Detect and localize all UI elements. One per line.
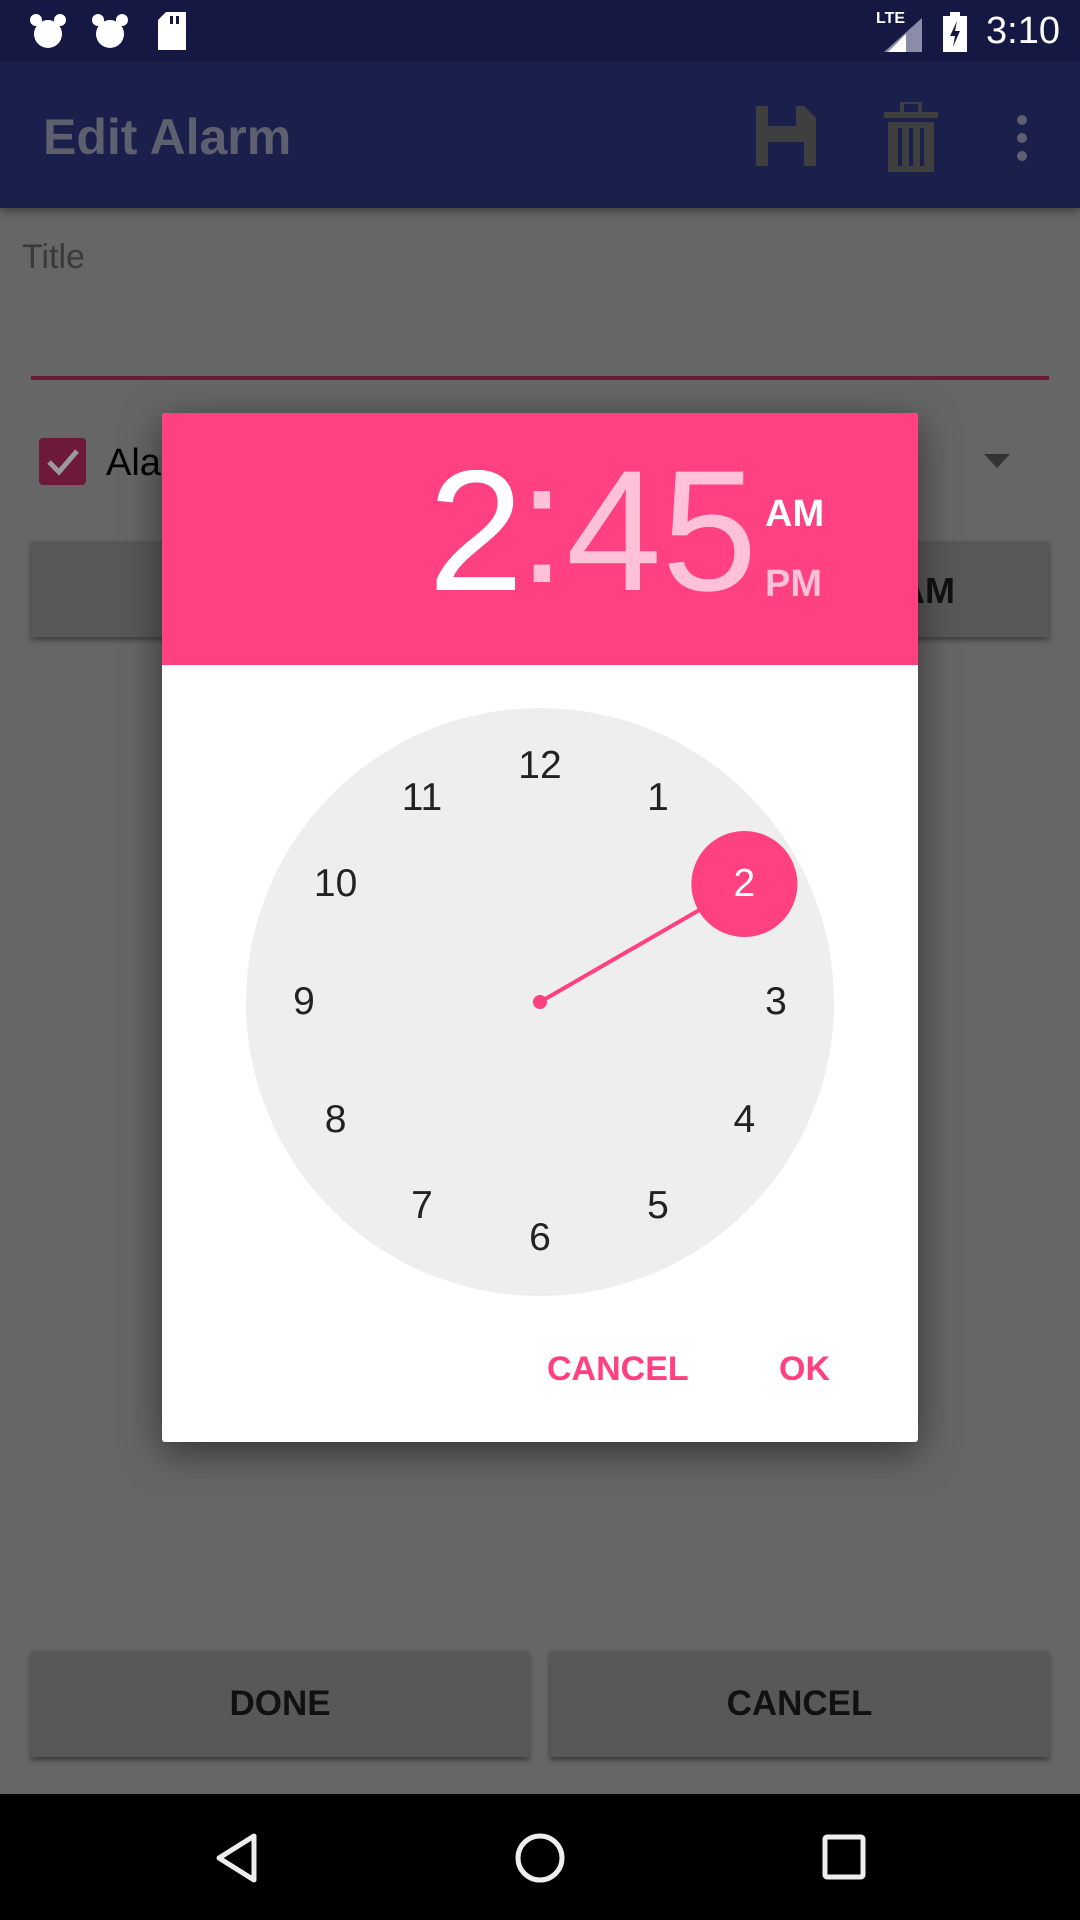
clock-number-5[interactable]: 5 — [647, 1184, 669, 1228]
am-toggle[interactable]: AM — [765, 493, 824, 536]
status-bar: LTE 3:10 — [0, 0, 1080, 62]
minute-display[interactable]: 45 — [566, 445, 757, 617]
time-header: 2 : 45 AM PM — [162, 413, 918, 665]
dialog-cancel-button[interactable]: CANCEL — [547, 1350, 689, 1389]
clock-number-4[interactable]: 4 — [734, 1098, 756, 1142]
back-icon[interactable] — [214, 1832, 260, 1884]
page-title: Edit Alarm — [43, 109, 292, 165]
battery-charging-icon — [943, 12, 967, 52]
clock-number-3[interactable]: 3 — [765, 980, 787, 1024]
title-input[interactable] — [31, 376, 1049, 380]
clock-numbers: 12 1 2 3 4 5 6 7 8 9 10 11 — [246, 708, 834, 1296]
status-time: 3:10 — [986, 10, 1060, 52]
alarm-icon — [92, 14, 128, 48]
alarm-icon — [30, 14, 66, 48]
save-icon[interactable] — [756, 106, 816, 166]
time-picker-dialog: 2 : 45 AM PM 12 1 2 3 4 5 6 7 8 9 10 11 CANCEL OK — [162, 413, 918, 1442]
dialog-ok-button[interactable]: OK — [779, 1350, 830, 1389]
more-vert-icon[interactable] — [1012, 114, 1032, 164]
sd-card-icon — [158, 12, 186, 50]
clock-number-11[interactable]: 11 — [402, 776, 443, 820]
title-label: Title — [22, 238, 85, 276]
clock-number-6[interactable]: 6 — [529, 1216, 551, 1260]
clock-number-9[interactable]: 9 — [293, 980, 315, 1024]
app-bar: Edit Alarm — [0, 62, 1080, 208]
home-icon[interactable] — [514, 1832, 566, 1884]
recents-icon[interactable] — [822, 1834, 866, 1880]
clock-number-2[interactable]: 2 — [734, 862, 756, 906]
delete-icon[interactable] — [884, 102, 938, 172]
check-icon — [47, 449, 79, 476]
alarm-checkbox[interactable] — [39, 438, 86, 485]
time-separator: : — [518, 427, 566, 619]
navigation-bar — [0, 1794, 1080, 1920]
clock-number-10[interactable]: 10 — [314, 862, 357, 906]
done-button[interactable]: DONE — [31, 1651, 529, 1757]
clock-number-7[interactable]: 7 — [411, 1184, 433, 1228]
pm-toggle[interactable]: PM — [765, 563, 822, 606]
clock-number-12[interactable]: 12 — [518, 744, 561, 788]
signal-icon — [884, 18, 922, 52]
clock-number-1[interactable]: 1 — [647, 776, 669, 820]
cancel-button[interactable]: CANCEL — [550, 1651, 1049, 1757]
clock-number-8[interactable]: 8 — [325, 1098, 347, 1142]
dropdown-arrow-icon[interactable] — [984, 454, 1010, 468]
hour-display[interactable]: 2 — [428, 445, 524, 617]
